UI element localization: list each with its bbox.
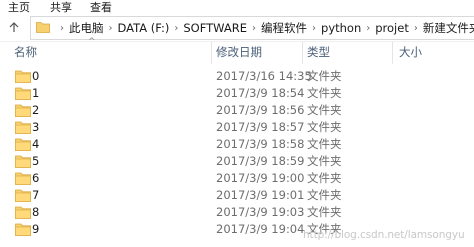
folder-icon: [15, 155, 31, 168]
file-modified: 2017/3/9 19:00: [216, 171, 305, 185]
column-name[interactable]: 名称: [14, 44, 37, 60]
file-row[interactable]: 0 2017/3/16 14:35 文件夹: [0, 68, 474, 85]
file-name: 2: [32, 103, 40, 117]
breadcrumb-drive[interactable]: DATA (F:): [118, 21, 170, 35]
folder-icon: [15, 189, 31, 202]
address-box[interactable]: › 此电脑 › DATA (F:) › SOFTWARE › 编程软件 › py…: [30, 16, 474, 40]
file-type: 文件夹: [307, 188, 342, 202]
file-modified: 2017/3/16 14:35: [216, 69, 312, 83]
chevron-right-icon[interactable]: ›: [312, 23, 316, 34]
file-type: 文件夹: [307, 86, 342, 100]
chevron-right-icon[interactable]: ›: [414, 23, 418, 34]
file-type: 文件夹: [307, 171, 342, 185]
file-list: 0 2017/3/16 14:35 文件夹 1 2017/3/9 18:54 文件夹 2 20…: [0, 68, 474, 238]
breadcrumb-python[interactable]: python: [321, 21, 361, 35]
file-name: 6: [32, 171, 40, 185]
folder-icon: [15, 206, 31, 219]
sort-up-icon: ^: [88, 37, 96, 47]
file-type: 文件夹: [307, 137, 342, 151]
breadcrumb-this-pc[interactable]: 此电脑: [69, 20, 104, 36]
file-modified: 2017/3/9 18:58: [216, 137, 305, 151]
file-modified: 2017/3/9 19:01: [216, 188, 305, 202]
folder-icon: [15, 121, 31, 134]
file-row[interactable]: 7 2017/3/9 19:01 文件夹: [0, 187, 474, 204]
file-name: 8: [32, 205, 40, 219]
file-row[interactable]: 1 2017/3/9 18:54 文件夹: [0, 85, 474, 102]
folder-icon: [15, 70, 31, 83]
file-modified: 2017/3/9 18:56: [216, 103, 305, 117]
column-header: ^ 名称 修改日期 类型 大小: [0, 37, 474, 64]
file-modified: 2017/3/9 19:04: [216, 222, 305, 236]
column-divider[interactable]: [392, 42, 393, 64]
file-name: 1: [32, 86, 40, 100]
chevron-right-icon[interactable]: ›: [252, 23, 256, 34]
file-row[interactable]: 2 2017/3/9 18:56 文件夹: [0, 102, 474, 119]
file-modified: 2017/3/9 19:03: [216, 205, 305, 219]
folder-icon: [15, 87, 31, 100]
up-arrow-icon[interactable]: [5, 18, 23, 36]
column-modified[interactable]: 修改日期: [216, 44, 262, 60]
breadcrumb-software[interactable]: SOFTWARE: [183, 21, 247, 35]
address-bar: › 此电脑 › DATA (F:) › SOFTWARE › 编程软件 › py…: [0, 14, 474, 42]
file-modified: 2017/3/9 18:59: [216, 154, 305, 168]
chevron-right-icon[interactable]: ›: [174, 23, 178, 34]
file-modified: 2017/3/9 18:57: [216, 120, 305, 134]
chevron-right-icon[interactable]: ›: [109, 23, 113, 34]
file-name: 3: [32, 120, 40, 134]
file-row[interactable]: 6 2017/3/9 19:00 文件夹: [0, 170, 474, 187]
ribbon: 主页 共享 查看: [0, 0, 474, 14]
file-row[interactable]: 8 2017/3/9 19:03 文件夹: [0, 204, 474, 221]
folder-icon: [15, 138, 31, 151]
breadcrumb-programming[interactable]: 编程软件: [261, 20, 307, 36]
file-row[interactable]: 3 2017/3/9 18:57 文件夹: [0, 119, 474, 136]
folder-icon: [15, 223, 31, 236]
file-type: 文件夹: [307, 154, 342, 168]
file-name: 4: [32, 137, 40, 151]
file-row[interactable]: 4 2017/3/9 18:58 文件夹: [0, 136, 474, 153]
chevron-right-icon[interactable]: ›: [366, 23, 370, 34]
file-name: 5: [32, 154, 40, 168]
file-row[interactable]: 5 2017/3/9 18:59 文件夹: [0, 153, 474, 170]
breadcrumb-projet[interactable]: projet: [375, 21, 409, 35]
breadcrumb-new-folder[interactable]: 新建文件夹: [423, 20, 474, 36]
folder-icon: [15, 172, 31, 185]
file-name: 0: [32, 69, 40, 83]
ribbon-tab-home[interactable]: 主页: [8, 0, 30, 15]
file-type: 文件夹: [307, 69, 342, 83]
file-type: 文件夹: [307, 120, 342, 134]
watermark-text: http://blog.csdn.net/lamsongyu: [303, 229, 465, 241]
ribbon-tab-view[interactable]: 查看: [90, 0, 112, 15]
folder-icon: [36, 22, 50, 33]
file-modified: 2017/3/9 18:54: [216, 86, 305, 100]
column-size[interactable]: 大小: [399, 44, 422, 60]
chevron-right-icon[interactable]: ›: [60, 23, 64, 34]
ribbon-tab-share[interactable]: 共享: [50, 0, 72, 15]
file-type: 文件夹: [307, 205, 342, 219]
column-type[interactable]: 类型: [307, 44, 330, 60]
breadcrumb: › 此电脑 › DATA (F:) › SOFTWARE › 编程软件 › py…: [55, 17, 474, 39]
file-name: 7: [32, 188, 40, 202]
column-divider[interactable]: [302, 42, 303, 64]
folder-icon: [15, 104, 31, 117]
column-divider[interactable]: [211, 42, 212, 64]
file-name: 9: [32, 222, 40, 236]
file-type: 文件夹: [307, 103, 342, 117]
